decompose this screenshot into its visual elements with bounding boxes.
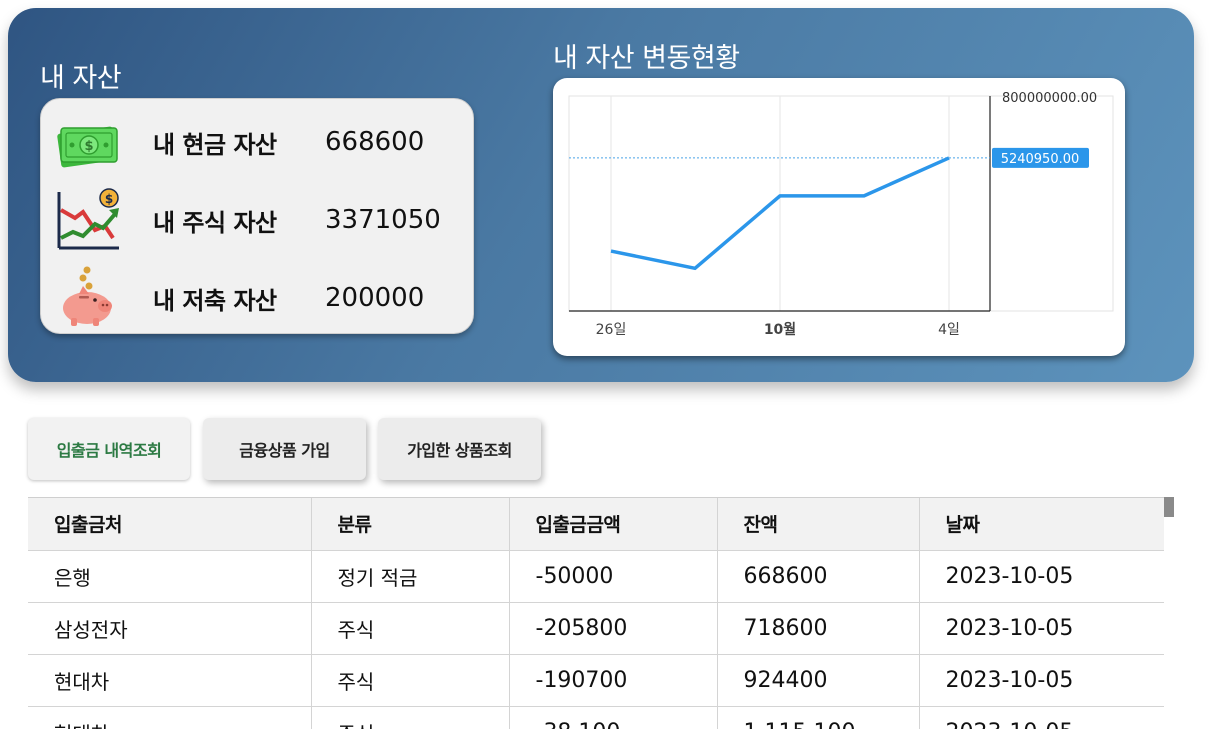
stock-asset-label: 내 주식 자산 [153, 208, 277, 237]
transaction-table: 입출금처 분류 입출금금액 잔액 날짜 은행 정기 적금 -50000 6686… [28, 497, 1164, 729]
cell-date: 2023-10-05 [919, 550, 1164, 603]
cell-balance: 718600 [717, 602, 920, 655]
asset-card: $ 내 현금 자산 668600 $ 내 주식 자산 3371050 내 저축 … [40, 98, 474, 334]
my-assets-title: 내 자산 [40, 63, 122, 94]
chart-current-value-label: 5240950.00 [1001, 152, 1080, 167]
header-category[interactable]: 분류 [311, 498, 510, 551]
table-header-row: 입출금처 분류 입출금금액 잔액 날짜 [28, 498, 1164, 551]
asset-row-stock: $ 내 주식 자산 3371050 [41, 185, 473, 255]
cash-asset-label: 내 현금 자산 [153, 130, 277, 159]
cash-icon: $ [57, 126, 118, 168]
table-row[interactable]: 현대차 주식 -190700 924400 2023-10-05 [28, 654, 1164, 707]
cell-date: 2023-10-05 [919, 706, 1164, 729]
table-row[interactable]: 은행 정기 적금 -50000 668600 2023-10-05 [28, 550, 1164, 603]
svg-text:$: $ [105, 192, 113, 206]
header-balance[interactable]: 잔액 [717, 498, 920, 551]
header-amount[interactable]: 입출금금액 [509, 498, 718, 551]
cash-asset-value: 668600 [325, 127, 425, 157]
header-counterparty[interactable]: 입출금처 [28, 498, 312, 551]
savings-asset-label: 내 저축 자산 [153, 286, 277, 315]
cell-counterparty: 삼성전자 [28, 602, 312, 655]
cell-counterparty: 은행 [28, 550, 312, 603]
cell-balance: 1,115,100 [717, 706, 920, 729]
stock-asset-value: 3371050 [325, 205, 441, 235]
chart-y-tick-label: 800000000.00 [1002, 91, 1097, 106]
asset-trend-chart[interactable]: 800000000.00 5240950.00 26일 10월 4일 [553, 78, 1125, 356]
asset-summary-banner: 내 자산 내 자산 변동현황 $ 내 현금 자산 668600 $ 내 주식 자… [8, 8, 1194, 382]
cell-amount: -50000 [509, 550, 718, 603]
piggy-bank-icon [63, 266, 112, 326]
header-date[interactable]: 날짜 [919, 498, 1164, 551]
cell-counterparty: 현대차 [28, 706, 312, 729]
tab-financial-product-signup[interactable]: 금융상품 가입 [203, 418, 366, 480]
table-row[interactable]: 현대차 주식 -38,100 1,115,100 2023-10-05 [28, 706, 1164, 729]
savings-asset-value: 200000 [325, 283, 425, 313]
cell-amount: -205800 [509, 602, 718, 655]
cell-balance: 668600 [717, 550, 920, 603]
cell-category: 주식 [311, 654, 510, 707]
cell-amount: -38,100 [509, 706, 718, 729]
cell-category: 주식 [311, 602, 510, 655]
asset-row-savings: 내 저축 자산 200000 [41, 263, 473, 333]
chart-x-tick-label: 4일 [938, 322, 960, 338]
cell-counterparty: 현대차 [28, 654, 312, 707]
chart-plot-area [568, 95, 1114, 312]
asset-row-cash: $ 내 현금 자산 668600 [41, 107, 473, 177]
cell-category: 주식 [311, 706, 510, 729]
svg-text:$: $ [84, 139, 93, 154]
asset-trend-title: 내 자산 변동현황 [553, 43, 740, 74]
cell-date: 2023-10-05 [919, 654, 1164, 707]
cell-category: 정기 적금 [311, 550, 510, 603]
chart-x-tick-label: 10월 [764, 321, 796, 338]
line-chart: 800000000.00 5240950.00 26일 10월 4일 [568, 91, 1114, 338]
table-scrollbar-thumb[interactable] [1164, 497, 1174, 517]
cell-amount: -190700 [509, 654, 718, 707]
cell-date: 2023-10-05 [919, 602, 1164, 655]
chart-x-tick-label: 26일 [596, 322, 627, 338]
cell-balance: 924400 [717, 654, 920, 707]
stock-chart-icon: $ [57, 188, 119, 250]
table-row[interactable]: 삼성전자 주식 -205800 718600 2023-10-05 [28, 602, 1164, 655]
tab-transaction-history[interactable]: 입출금 내역조회 [28, 418, 190, 480]
tab-subscribed-products[interactable]: 가입한 상품조회 [378, 418, 541, 480]
